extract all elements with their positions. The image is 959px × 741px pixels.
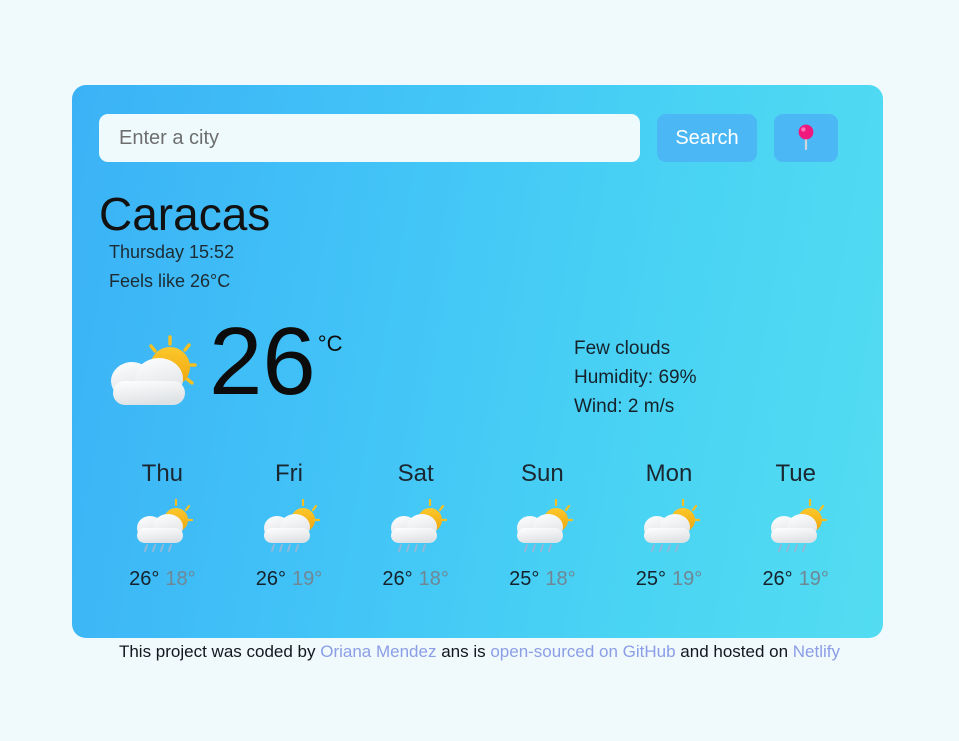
footer-text-2: ans is <box>436 642 491 661</box>
forecast-max: 26° <box>129 568 160 590</box>
forecast-day: Sun 25° 18° <box>479 460 606 591</box>
footer-text-1: This project was coded by <box>118 642 321 661</box>
author-link[interactable]: Oriana Mendez <box>320 642 436 661</box>
sun-behind-rain-cloud-icon <box>764 498 828 554</box>
current-datetime: Thursday 15:52 <box>109 242 235 263</box>
forecast-day: Mon 25° 19° <box>606 460 733 591</box>
city-name: Caracas <box>99 188 271 240</box>
forecast-day: Tue 26° 19° <box>732 460 859 591</box>
round-pushpin-icon <box>796 124 816 153</box>
sun-behind-rain-cloud-icon <box>384 498 448 554</box>
forecast-day-name: Sun <box>521 460 564 487</box>
current-summary: Caracas Thursday 15:52 Feels like 26°C <box>99 190 859 295</box>
weather-description: Few clouds <box>574 338 671 359</box>
forecast-day-name: Tue <box>775 460 816 487</box>
sun-behind-rain-cloud-icon <box>637 498 701 554</box>
forecast-max: 26° <box>382 568 413 590</box>
netlify-link[interactable]: Netlify <box>793 642 840 661</box>
search-button[interactable]: Search <box>657 114 757 162</box>
footer-text-3: and hosted on <box>675 642 793 661</box>
forecast-day-name: Sat <box>397 460 434 487</box>
humidity-value: Humidity: 69% <box>574 366 697 388</box>
current-conditions: 26 °C Few clouds Humidity: 69% Wind: 2 m… <box>99 308 859 424</box>
temperature-group: 26 °C <box>99 308 499 424</box>
forecast-temps: 26° 19° <box>226 568 353 591</box>
forecast-day-name: Thu <box>141 460 184 487</box>
current-location-button[interactable] <box>774 114 838 162</box>
footer-credits: This project was coded by Oriana Mendez … <box>0 642 959 662</box>
forecast-temps: 26° 18° <box>99 568 226 591</box>
forecast-min: 18° <box>545 568 576 590</box>
forecast-min: 19° <box>292 568 323 590</box>
github-link[interactable]: open-sourced on GitHub <box>490 642 675 661</box>
wind-value: Wind: 2 m/s <box>574 395 675 417</box>
sun-behind-rain-cloud-icon <box>510 498 574 554</box>
sun-behind-rain-cloud-icon <box>130 498 194 554</box>
forecast-temps: 26° 18° <box>352 568 479 591</box>
forecast-min: 19° <box>672 568 703 590</box>
feels-like: Feels like 26°C <box>109 270 231 291</box>
weather-details: Few clouds Humidity: 69% Wind: 2 m/s <box>574 335 697 422</box>
sun-behind-cloud-icon <box>99 329 199 424</box>
forecast-day: Sat 26° 18° <box>352 460 479 591</box>
forecast-temps: 25° 18° <box>479 568 606 591</box>
forecast-day-name: Fri <box>275 460 303 487</box>
forecast-min: 19° <box>798 568 829 590</box>
temperature-unit: °C <box>317 331 343 356</box>
forecast-min: 18° <box>165 568 196 590</box>
forecast-min: 18° <box>418 568 449 590</box>
forecast-day-name: Mon <box>645 460 693 487</box>
forecast-day: Fri 26° 19° <box>226 460 353 591</box>
search-input[interactable] <box>99 114 640 162</box>
forecast-max: 26° <box>255 568 286 590</box>
sun-behind-rain-cloud-icon <box>257 498 321 554</box>
search-row: Search <box>99 113 867 163</box>
forecast-temps: 25° 19° <box>606 568 733 591</box>
forecast-temps: 26° 19° <box>732 568 859 591</box>
app-root: Search Caracas Thursday 15:52 Feels like… <box>0 0 959 741</box>
temperature-value: 26 <box>209 308 316 415</box>
weather-card: Search Caracas Thursday 15:52 Feels like… <box>72 85 883 638</box>
forecast-day: Thu 26° 18° <box>99 460 226 591</box>
forecast-max: 26° <box>762 568 793 590</box>
forecast-max: 25° <box>509 568 540 590</box>
forecast-row: Thu 26° 18° Fri 26° 19° Sat 26° 18° Sun … <box>99 460 859 591</box>
forecast-max: 25° <box>635 568 667 590</box>
